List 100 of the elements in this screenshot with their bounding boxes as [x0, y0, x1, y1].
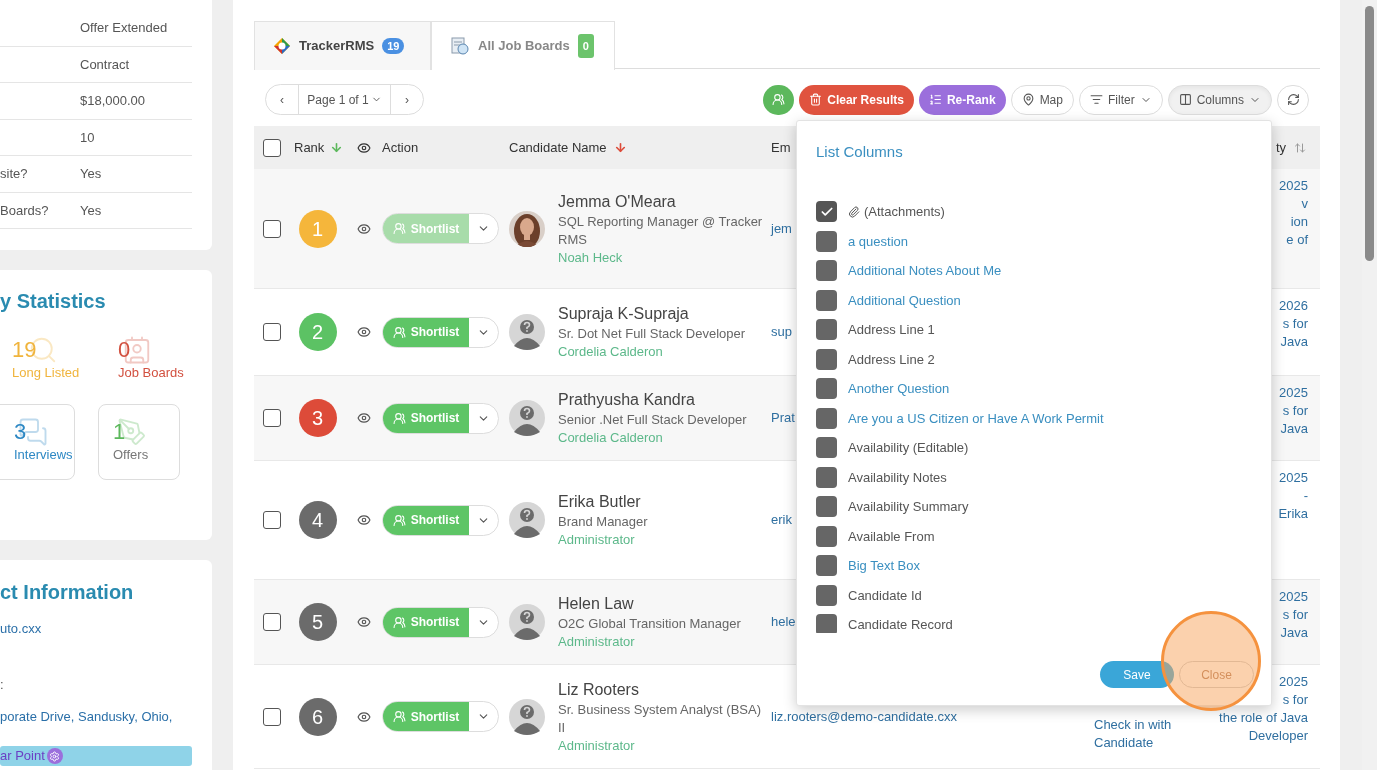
column-option[interactable]: Are you a US Citizen or Have A Work Permit: [848, 408, 1104, 428]
column-checkbox[interactable]: [816, 378, 837, 400]
column-header[interactable]: Rank: [294, 137, 325, 158]
column-checkbox[interactable]: [816, 496, 837, 518]
row-checkbox[interactable]: [263, 409, 281, 427]
row-checkbox[interactable]: [263, 707, 281, 726]
scrollbar-thumb[interactable]: [1365, 6, 1374, 261]
column-option[interactable]: (Attachments): [864, 202, 945, 222]
candidate-name[interactable]: Helen Law: [558, 593, 763, 615]
view-icon[interactable]: [356, 513, 371, 527]
job-title: Sr. Business System Analyst (BSA) II: [558, 700, 763, 737]
view-icon[interactable]: [356, 325, 371, 339]
sort-arrow-icon[interactable]: [613, 141, 627, 154]
column-checkbox[interactable]: [816, 437, 837, 459]
column-option[interactable]: Availability (Editable): [848, 438, 969, 458]
eye-icon: [356, 140, 371, 155]
column-checkbox[interactable]: [816, 525, 837, 547]
column-checkbox[interactable]: [816, 348, 837, 370]
table-cell: 2026: [1279, 297, 1308, 315]
detail-value: $18,000.00: [80, 92, 146, 110]
column-option[interactable]: Candidate Id: [848, 585, 922, 605]
job-title: O2C Global Transition Manager: [558, 615, 742, 633]
stat-label: Job Boards: [118, 365, 185, 380]
column-checkbox[interactable]: [816, 319, 837, 341]
column-checkbox[interactable]: [816, 555, 837, 577]
count-badge: 19: [382, 38, 405, 54]
dropdown-title: List Columns: [816, 142, 903, 162]
email-link[interactable]: erik: [771, 510, 792, 530]
email-link[interactable]: sup: [771, 322, 792, 342]
email-link[interactable]: liz.rooters@demo-candidate.cxx: [771, 706, 957, 727]
stat-count: 19: [12, 337, 37, 363]
view-icon[interactable]: [356, 709, 371, 724]
contact-line: uto.cxx: [0, 620, 43, 638]
toolbar-button[interactable]: Columns: [1167, 84, 1272, 115]
paperclip-icon: [848, 205, 860, 218]
detail-value: Yes: [80, 165, 102, 183]
select-all-checkbox[interactable]: [263, 138, 281, 157]
map-pin-icon: [1021, 93, 1035, 106]
table-cell: 2025: [1279, 673, 1308, 691]
column-header[interactable]: Candidate Name: [509, 137, 607, 158]
avatar-placeholder-icon: [509, 314, 545, 350]
tab[interactable]: TrackerRMS 19: [254, 21, 431, 70]
page-select[interactable]: Page 1 of 1: [299, 85, 391, 114]
column-checkbox[interactable]: [816, 466, 837, 488]
toolbar-button[interactable]: Re-Rank: [918, 84, 1006, 115]
stat-count: 3: [14, 419, 27, 445]
column-option[interactable]: Address Line 2: [848, 349, 935, 369]
row-checkbox[interactable]: [263, 613, 281, 631]
candidate-name[interactable]: Supraja K-Supraja: [558, 303, 763, 325]
table-cell: ion: [1290, 213, 1308, 231]
tag-badge: ar Point: [0, 746, 192, 766]
candidate-name[interactable]: Prathyusha Kandra: [558, 389, 763, 411]
column-option[interactable]: Additional Question: [848, 290, 961, 310]
users-icon: [392, 222, 406, 235]
contact-line: :: [0, 676, 5, 694]
table-cell: Java: [1280, 420, 1308, 438]
column-checkbox[interactable]: [816, 201, 837, 223]
view-icon[interactable]: [356, 411, 371, 425]
column-checkbox[interactable]: [816, 407, 837, 429]
column-option[interactable]: Another Question: [848, 379, 950, 399]
column-checkbox[interactable]: [816, 289, 837, 311]
job-title: Brand Manager: [558, 513, 649, 531]
refresh-icon: [1286, 93, 1300, 106]
table-cell: s for: [1282, 691, 1308, 709]
column-option[interactable]: Availability Summary: [848, 497, 969, 517]
email-link[interactable]: hele: [771, 612, 796, 632]
column-option[interactable]: Available From: [848, 526, 935, 546]
previous-page-button[interactable]: ‹: [266, 85, 299, 114]
candidate-name[interactable]: Liz Rooters: [558, 678, 763, 701]
view-icon[interactable]: [356, 615, 371, 629]
detail-value: 10: [80, 128, 95, 147]
column-option[interactable]: Big Text Box: [848, 556, 921, 576]
column-option[interactable]: Address Line 1: [848, 320, 935, 340]
trash-icon: [809, 93, 823, 106]
email-link[interactable]: Prat: [771, 408, 795, 428]
column-option[interactable]: a question: [848, 231, 908, 251]
candidate-name[interactable]: Erika Butler: [558, 491, 763, 513]
row-checkbox[interactable]: [263, 323, 281, 341]
column-option[interactable]: Candidate Record: [848, 615, 953, 633]
column-checkbox[interactable]: [816, 584, 837, 606]
table-cell: Erika: [1278, 505, 1308, 523]
column-checkbox[interactable]: [816, 260, 837, 282]
column-header[interactable]: Action: [382, 139, 419, 155]
detail-value: Offer Extended: [80, 19, 168, 37]
column-option[interactable]: Availability Notes: [848, 467, 947, 487]
view-icon[interactable]: [356, 221, 371, 236]
column-option[interactable]: Additional Notes About Me: [848, 261, 1002, 281]
next-page-button[interactable]: ›: [391, 85, 423, 114]
toolbar-button[interactable]: Clear Results: [799, 84, 914, 115]
avatar-placeholder-icon: [509, 698, 545, 735]
column-header[interactable]: ty: [1275, 137, 1286, 158]
column-header[interactable]: Em: [771, 139, 791, 155]
column-checkbox[interactable]: [816, 230, 837, 252]
columns-icon: [1178, 93, 1192, 106]
users-icon: [392, 710, 406, 723]
column-checkbox[interactable]: [816, 614, 837, 633]
table-cell: e of: [1286, 231, 1308, 249]
document-globe-icon: [450, 36, 470, 56]
row-checkbox[interactable]: [263, 511, 281, 529]
tab[interactable]: All Job Boards 0: [431, 21, 615, 70]
